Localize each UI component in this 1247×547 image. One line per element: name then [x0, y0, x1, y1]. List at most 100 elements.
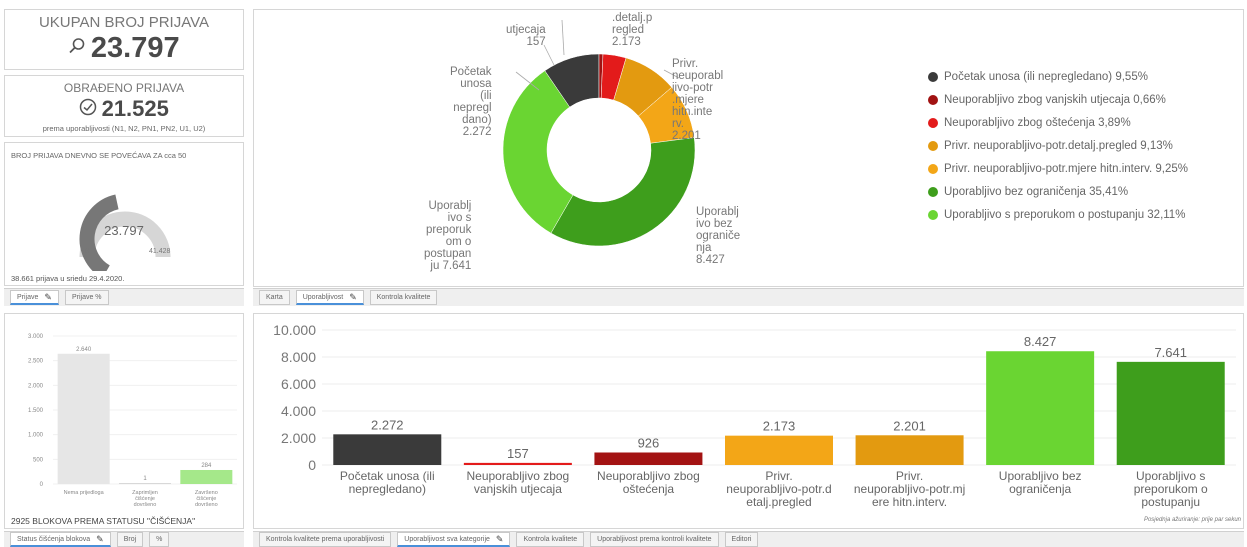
- kpi-total-title: UKUPAN BROJ PRIJAVA: [38, 14, 210, 31]
- tab-editori[interactable]: Editori: [724, 532, 759, 547]
- y-tick-label: 2.500: [28, 359, 44, 365]
- bar-neuporabljivo-zbog-o-te-enja[interactable]: [594, 452, 703, 465]
- tab-label: Kontrola kvalitete prema uporabljivosti: [266, 536, 385, 543]
- tab-label: Kontrola kvalitete: [523, 536, 578, 543]
- last-update-note: Posjednja ažuriranje: prije par sekun: [1143, 517, 1241, 523]
- y-tick-label: 500: [33, 457, 44, 463]
- legend-label: Privr. neuporabljivo-potr.detalj.pregled…: [944, 139, 1173, 152]
- tab-prijave[interactable]: Prijave ✎: [10, 290, 59, 305]
- donut-label-vanjski: utjecaja 157: [506, 24, 546, 48]
- legend-item-privr-neuporabljivo-potr-mjere-hitn-interv[interactable]: Privr. neuporabljivo-potr.mjere hitn.int…: [928, 157, 1188, 180]
- legend-dot: [928, 71, 938, 82]
- bar-value-label: 157: [507, 446, 529, 461]
- left-top-tabbar: Prijave ✎ Prijave %: [4, 288, 244, 306]
- pencil-icon[interactable]: ✎: [349, 292, 357, 303]
- y-tick-label: 1.500: [28, 408, 44, 414]
- y-tick-label: 8.000: [281, 349, 316, 365]
- leader-line: [561, 19, 565, 56]
- tab-kontrola-prema-uporabljivosti[interactable]: Kontrola kvalitete prema uporabljivosti: [259, 532, 392, 547]
- pencil-icon[interactable]: ✎: [496, 534, 504, 545]
- bar-privr-neuporabljivo-potr-detalj-pregled[interactable]: [725, 435, 833, 465]
- gauge-footer: 38.661 prijava u sriedu 29.4.2020.: [11, 274, 125, 283]
- legend-item-uporabljivo-bez-ograni-enja[interactable]: Uporabljivo bez ograničenja 35,41%: [928, 180, 1188, 203]
- legend-label: Početak unosa (ili nepregledano) 9,55%: [944, 70, 1148, 83]
- legend-dot: [928, 140, 938, 151]
- tab-kontrola-kvalitete[interactable]: Kontrola kvalitete: [369, 290, 438, 305]
- tab-uporabljivost[interactable]: Uporabljivost ✎: [295, 290, 364, 305]
- left-bottom-tabbar: Status čišćenja blokova ✎ Broj %: [4, 531, 244, 547]
- x-tick-label: Nema prijedloga: [64, 490, 105, 496]
- legend-dot: [928, 163, 938, 174]
- donut-label-mjere: Privr. neuporabl jivo-potr .mjere hitn.i…: [672, 58, 724, 142]
- legend-label: Uporabljivo bez ograničenja 35,41%: [944, 185, 1129, 198]
- tab-uporabljivost-sve-kategorije[interactable]: Uporabljivost sva kategorije ✎: [397, 532, 511, 547]
- donut-label-s-preporukom: Uporablj ivo s preporuk om o postupan ju…: [424, 200, 472, 272]
- bar-value-label: 7.641: [1154, 345, 1187, 360]
- legend-item-uporabljivo-s-preporukom-o-postupanju[interactable]: Uporabljivo s preporukom o postupanju 32…: [928, 203, 1188, 226]
- kpi-processed-subtitle: prema uporabljivosti (N1, N2, PN1, PN2, …: [42, 124, 206, 133]
- bar-value-label: 8.427: [1024, 334, 1057, 349]
- bar-uporabljivo-bez-ograni-enja[interactable]: [986, 351, 1095, 465]
- y-tick-label: 1.000: [28, 433, 44, 439]
- bottom-tabbar: Kontrola kvalitete prema uporabljivosti …: [253, 531, 1244, 547]
- tab-label: Kontrola kvalitete: [376, 294, 431, 301]
- y-tick-label: 0: [308, 457, 316, 473]
- pencil-icon[interactable]: ✎: [96, 534, 104, 545]
- tab-label: Editori: [731, 536, 752, 543]
- tab-label: Uporabljivost sva kategorije: [404, 535, 490, 543]
- tab-uporabljivost-prema-kontroli[interactable]: Uporabljivost prema kontroli kvalitete: [590, 532, 719, 547]
- pencil-icon[interactable]: ✎: [44, 292, 52, 303]
- status-bar[interactable]: [180, 469, 233, 484]
- search-icon: [68, 37, 86, 60]
- tab-status-ciscenja[interactable]: Status čišćenja blokova ✎: [10, 532, 111, 547]
- status-chart-title: 2925 BLOKOVA PREMA STATUSU "ČIŠĆENJA": [11, 516, 196, 526]
- tab-broj[interactable]: Broj: [116, 532, 144, 547]
- bar-value-label: 2.272: [371, 417, 404, 432]
- legend-item-neuporabljivo-zbog-vanjskih-utjecaja[interactable]: Neuporabljivo zbog vanjskih utjecaja 0,6…: [928, 88, 1188, 111]
- y-tick-label: 2.000: [28, 383, 44, 389]
- gauge-max: 41.428: [149, 248, 171, 255]
- tab-prijave-percent[interactable]: Prijave %: [64, 290, 109, 305]
- x-tick-label: Uporabljivo bez ograničenja: [999, 469, 1082, 496]
- legend-item-privr-neuporabljivo-potr-detalj-pregled[interactable]: Privr. neuporabljivo-potr.detalj.pregled…: [928, 134, 1188, 157]
- bar-value-label: 926: [638, 435, 660, 450]
- tab-label: Broj: [123, 536, 137, 543]
- legend-item-neuporabljivo-zbog-o-te-enja[interactable]: Neuporabljivo zbog oštećenja 3,89%: [928, 111, 1188, 134]
- x-tick-label: Zaprimljen čišćenje dovršeno: [132, 490, 158, 508]
- status-bar[interactable]: [119, 483, 171, 484]
- y-tick-label: 0: [40, 482, 44, 488]
- mid-top-tabbar: Karta Uporabljivost ✎ Kontrola kvalitete: [253, 288, 1244, 306]
- x-tick-label: Privr. neuporabljivo-potr.mj ere hitn.inte…: [854, 469, 965, 509]
- y-tick-label: 6.000: [281, 376, 316, 392]
- category-bar-chart: 0 2.000 4.000 6.000 8.000 10.000 2.272 Početak …: [273, 322, 1236, 509]
- status-bar[interactable]: [57, 353, 110, 484]
- legend-dot: [928, 94, 938, 105]
- kpi-total-panel: UKUPAN BROJ PRIJAVA 23.797: [4, 9, 244, 70]
- x-tick-label: Privr. neuporabljivo-potr.d etalj.pregled: [726, 469, 831, 509]
- donut-label-bez-ogranicenja: Uporablj ivo bez ograniče nja 8.427: [696, 206, 741, 266]
- legend-label: Neuporabljivo zbog oštećenja 3,89%: [944, 116, 1131, 129]
- bar-privr-neuporabljivo-potr-mjere-hitn-interv[interactable]: [855, 435, 964, 465]
- donut-panel: utjecaja 157 .detalj.p regled 2.173 Poče…: [253, 9, 1244, 287]
- legend-label: Privr. neuporabljivo-potr.mjere hitn.int…: [944, 162, 1188, 175]
- x-tick-label: Neuporabljivo zbog vanjskih utjecaja: [466, 469, 569, 496]
- tab-kontrola-kvalitete-bottom[interactable]: Kontrola kvalitete: [516, 532, 585, 547]
- bar-uporabljivo-s-preporukom-o-postupanju[interactable]: [1116, 361, 1225, 465]
- gauge-chart: [79, 194, 171, 271]
- leader-line: [543, 44, 555, 66]
- bar-value-label: 1: [143, 476, 147, 482]
- tab-label: Prijave: [17, 293, 39, 301]
- bar-po-etak-unosa-ili-nepregledano[interactable]: [333, 434, 442, 465]
- bar-value-label: 284: [201, 463, 212, 469]
- bar-neuporabljivo-zbog-vanjskih-utjecaja[interactable]: [463, 462, 572, 465]
- legend-label: Uporabljivo s preporukom o postupanju 32…: [944, 208, 1186, 221]
- tab-karta[interactable]: Karta: [259, 290, 290, 305]
- y-tick-label: 4.000: [281, 403, 316, 419]
- status-bar-chart: 0 500 1.000 1.500 2.000 2.500 3.000 2.640 Nema p…: [28, 334, 237, 508]
- tab-postotak[interactable]: %: [149, 532, 170, 547]
- y-tick-label: 10.000: [273, 322, 316, 338]
- legend-item-po-etak-unosa-ili-nepregledano[interactable]: Početak unosa (ili nepregledano) 9,55%: [928, 65, 1188, 88]
- donut-slice-uporabljivo-bez-ograni-enja[interactable]: [550, 137, 696, 247]
- legend-label: Neuporabljivo zbog vanjskih utjecaja 0,6…: [944, 93, 1166, 106]
- donut-label-pocetak: Početak unosa (ili nepregl dano) 2.272: [450, 66, 492, 138]
